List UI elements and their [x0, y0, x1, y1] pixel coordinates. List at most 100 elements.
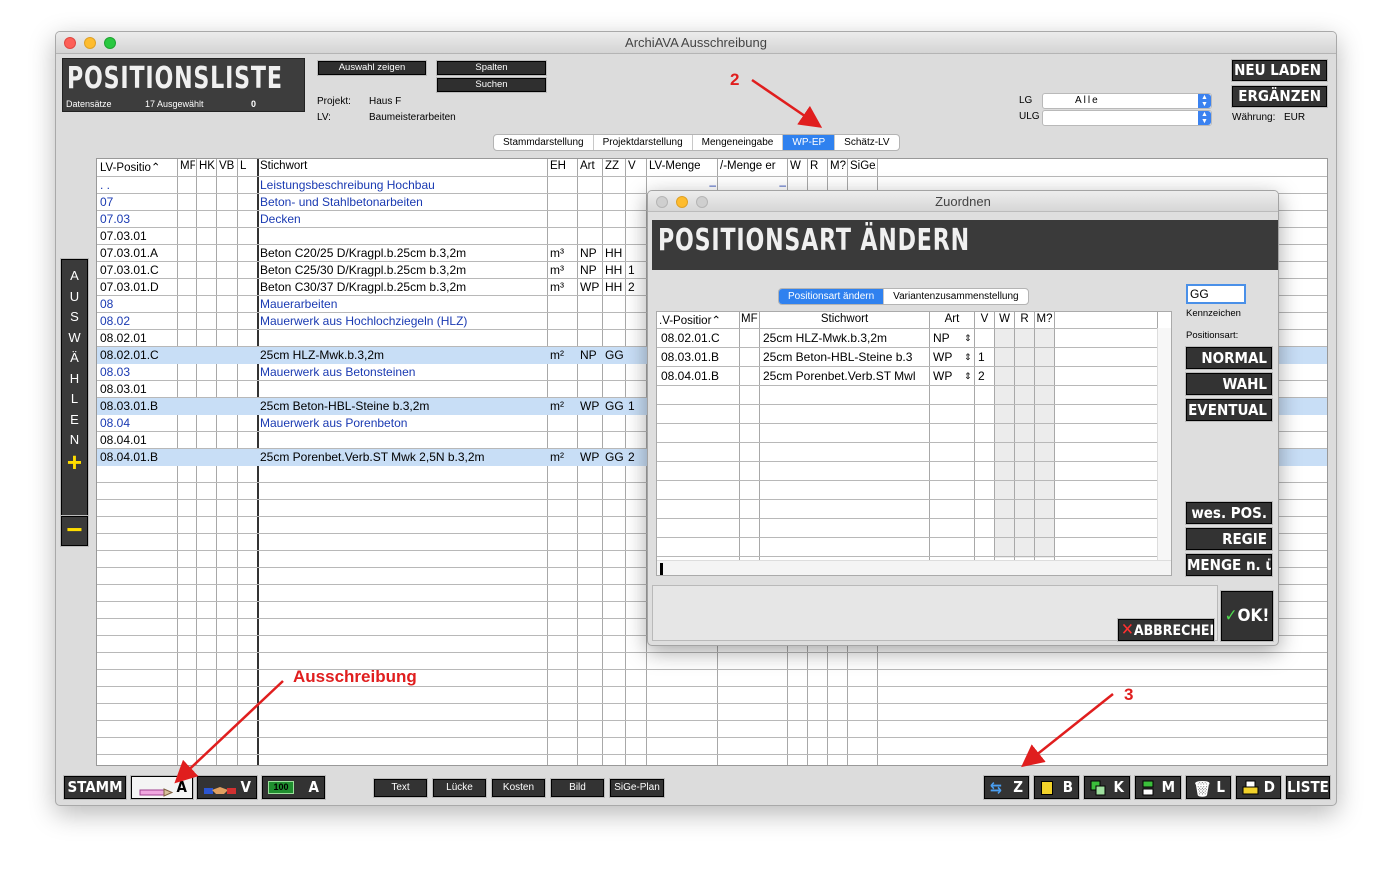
dialog-heading: POSITIONSART ÄNDERN: [658, 223, 970, 258]
column-header[interactable]: ZZ: [605, 160, 624, 172]
close-window-button[interactable]: [64, 37, 76, 49]
text-cursor: [660, 563, 663, 575]
normal-button[interactable]: NORMAL: [1186, 347, 1272, 369]
column-header[interactable]: Stichwort: [260, 160, 546, 172]
z-button[interactable]: ⇆ Z: [984, 776, 1029, 799]
dialog-column-header[interactable]: V: [976, 313, 993, 325]
dialog-table-row[interactable]: 08.04.01.B 25cm Porenbet.Verb.ST Mwl WP ⇕ 2: [657, 368, 1157, 385]
dialog-column-header[interactable]: MF: [741, 313, 758, 325]
suchen-button[interactable]: Suchen: [437, 78, 546, 92]
column-header[interactable]: SiGe/: [850, 160, 876, 172]
dialog-column-header[interactable]: .V-Positior⌃: [659, 313, 738, 327]
b-button[interactable]: B: [1034, 776, 1079, 799]
column-header[interactable]: V: [628, 160, 645, 172]
lg-select[interactable]: Alle ▲ ▼: [1042, 93, 1212, 109]
tab-wp-ep[interactable]: WP-EP: [783, 135, 836, 150]
cell-v: 1: [628, 263, 635, 277]
column-header[interactable]: EH: [550, 160, 576, 172]
ergaenzen-button[interactable]: ERGÄNZEN: [1232, 86, 1327, 107]
tab-variantenzusammenstellung[interactable]: Variantenzusammenstellung: [884, 289, 1027, 304]
cell-eh: m³: [550, 246, 564, 260]
cell-art: NP: [580, 348, 597, 362]
ok-button[interactable]: ✓OK!: [1221, 591, 1273, 641]
spalten-button[interactable]: Spalten: [437, 61, 546, 75]
tab-schaetz-lv[interactable]: Schätz-LV: [835, 135, 898, 150]
minimize-window-button[interactable]: [84, 37, 96, 49]
stamm-button[interactable]: STAMM: [64, 776, 126, 799]
dialog-zoom-button[interactable]: [696, 196, 708, 208]
dialog-minimize-button[interactable]: [676, 196, 688, 208]
d-button[interactable]: D: [1236, 776, 1281, 799]
stepper-icon[interactable]: ⇕: [964, 350, 972, 365]
row-divider: [657, 404, 1157, 405]
tab-positionsart-aendern[interactable]: Positionsart ändern: [779, 289, 885, 304]
tab-stammdarstellung[interactable]: Stammdarstellung: [494, 135, 594, 150]
column-header[interactable]: /-Menge er: [720, 160, 786, 172]
dialog-table-row[interactable]: 08.02.01.C 25cm HLZ-Mwk.b.3,2m NP ⇕: [657, 330, 1157, 347]
dialog-column-header[interactable]: R: [1016, 313, 1033, 325]
neu-laden-button[interactable]: NEU LADEN: [1232, 60, 1327, 81]
abrechnung-button[interactable]: 100 A: [262, 776, 325, 799]
auswaehlen-letter: U: [69, 288, 80, 304]
dialog-column-header[interactable]: Stichwort: [761, 313, 928, 325]
abrechnung-label: A: [308, 778, 319, 796]
regie-button[interactable]: REGIE: [1186, 528, 1272, 550]
vertical-scrollbar[interactable]: [1157, 328, 1171, 560]
vergabe-button[interactable]: V: [197, 776, 257, 799]
kennzeichen-value: GG: [1190, 287, 1209, 301]
eventual-button[interactable]: EVENTUAL: [1186, 399, 1272, 421]
minus-button[interactable]: −: [61, 516, 88, 546]
auswahl-zeigen-button[interactable]: Auswahl zeigen: [318, 61, 426, 75]
column-header[interactable]: M?: [830, 160, 846, 172]
zoom-window-button[interactable]: [104, 37, 116, 49]
abbrechen-button[interactable]: ✕ABBRECHEN: [1118, 619, 1214, 641]
dialog-close-button[interactable]: [656, 196, 668, 208]
horizontal-scrollbar[interactable]: [657, 560, 1171, 575]
sige-plan-button[interactable]: SiGe-Plan: [610, 779, 664, 797]
dialog-column-header[interactable]: W: [996, 313, 1013, 325]
column-header[interactable]: MF: [180, 160, 195, 172]
column-header[interactable]: LV-Positio⌃: [100, 160, 176, 174]
luecke-button[interactable]: Lücke: [433, 779, 486, 797]
tab-projektdarstellung[interactable]: Projektdarstellung: [594, 135, 693, 150]
column-header[interactable]: L: [240, 160, 256, 172]
chevron-updown-icon: ▲ ▼: [1198, 94, 1211, 108]
tab-mengeneingabe[interactable]: Mengeneingabe: [693, 135, 784, 150]
kosten-button[interactable]: Kosten: [492, 779, 545, 797]
auswaehlen-button[interactable]: AUSWÄHLEN +: [61, 259, 88, 546]
column-header[interactable]: HK: [199, 160, 215, 172]
wes-pos-button[interactable]: wes. POS.: [1186, 502, 1272, 524]
cell-pos: 07.03: [100, 212, 131, 226]
column-header[interactable]: R: [810, 160, 826, 172]
stepper-icon[interactable]: ⇕: [964, 331, 972, 346]
cell-pos: 08: [100, 297, 114, 311]
ulg-select[interactable]: ▲ ▼: [1042, 110, 1212, 126]
bild-button[interactable]: Bild: [551, 779, 604, 797]
stepper-icon[interactable]: ⇕: [964, 369, 972, 384]
row-divider: [657, 556, 1157, 557]
column-header[interactable]: Art: [580, 160, 601, 172]
l-button[interactable]: 🗑 L: [1186, 776, 1231, 799]
kennzeichen-label: Kennzeichen: [1186, 308, 1241, 319]
cell-stich: Mauerarbeiten: [260, 297, 338, 311]
cell-art: WP: [580, 450, 600, 464]
text-button[interactable]: Text: [374, 779, 427, 797]
column-header[interactable]: VB: [219, 160, 236, 172]
cell-pos: 08.03.01.B: [100, 399, 159, 413]
dialog-column-header[interactable]: M?: [1036, 313, 1053, 325]
menge-button[interactable]: MENGE n. ü.: [1186, 554, 1272, 576]
wahl-button[interactable]: WAHL: [1186, 373, 1272, 395]
dialog-table-row[interactable]: 08.03.01.B 25cm Beton-HBL-Steine b.3 WP ⇕ 1: [657, 349, 1157, 366]
ausschreibung-button[interactable]: A: [131, 776, 193, 799]
ausgewaehlt-count: 17 Ausgewählt: [145, 99, 204, 109]
lv-label: LV:: [317, 112, 331, 123]
k-button[interactable]: K: [1084, 776, 1130, 799]
m-button[interactable]: M: [1135, 776, 1181, 799]
kennzeichen-input[interactable]: GG: [1186, 284, 1246, 304]
column-header[interactable]: W: [790, 160, 806, 172]
dialog-column-header[interactable]: Art: [931, 313, 973, 325]
page-title: POSITIONSLISTE: [67, 61, 283, 96]
column-header[interactable]: LV-Menge: [649, 160, 716, 172]
liste-button[interactable]: LISTE: [1286, 776, 1330, 799]
row-divider: [657, 385, 1157, 386]
